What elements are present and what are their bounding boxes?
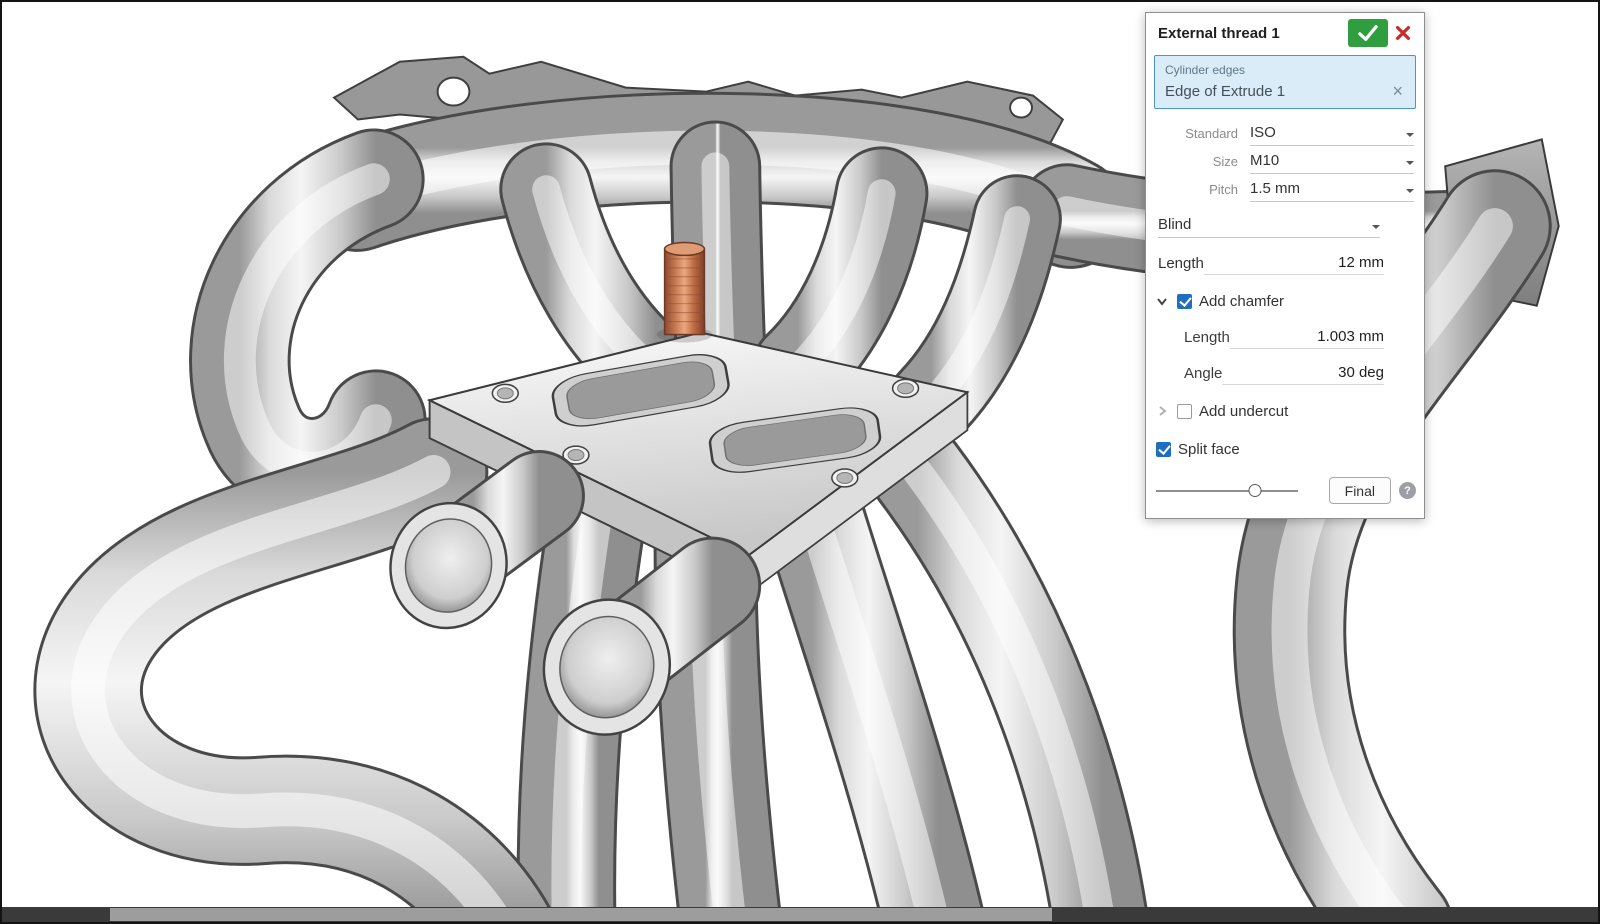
close-icon	[1394, 24, 1412, 42]
chevron-down-icon	[1406, 161, 1414, 169]
add-chamfer-checkbox[interactable]	[1177, 294, 1192, 309]
split-face-label: Split face	[1178, 441, 1240, 458]
length-label: Length	[1158, 255, 1204, 272]
standard-label: Standard	[1158, 126, 1250, 141]
split-face-row: Split face	[1146, 435, 1424, 463]
add-chamfer-label: Add chamfer	[1199, 293, 1284, 310]
exhaust-tube[interactable]	[798, 193, 882, 368]
add-undercut-checkbox[interactable]	[1177, 404, 1192, 419]
selection-label: Cylinder edges	[1165, 63, 1405, 77]
exhaust-tube[interactable]	[240, 179, 376, 468]
chamfer-length-row: Length 1.003 mm	[1146, 323, 1424, 351]
final-button[interactable]: Final	[1329, 477, 1391, 504]
horizontal-scrollbar[interactable]	[110, 908, 1052, 921]
chevron-down-icon	[1372, 225, 1380, 233]
cancel-button[interactable]	[1388, 19, 1418, 47]
slider-thumb[interactable]	[1249, 484, 1262, 497]
confirm-button[interactable]	[1348, 19, 1388, 47]
external-thread-dialog: External thread 1 Cylinder edges Edge of…	[1145, 12, 1425, 519]
add-chamfer-row: Add chamfer	[1146, 287, 1424, 315]
exhaust-tube[interactable]	[715, 166, 720, 348]
pitch-dropdown[interactable]: 1.5 mm	[1250, 176, 1414, 202]
cad-app-window: External thread 1 Cylinder edges Edge of…	[0, 0, 1600, 924]
length-row: Length 12 mm	[1146, 249, 1424, 277]
add-undercut-row: Add undercut	[1146, 397, 1424, 425]
length-input[interactable]: 12 mm	[1204, 251, 1384, 275]
size-dropdown[interactable]: M10	[1250, 148, 1414, 174]
standard-row: Standard ISO	[1146, 119, 1424, 147]
bottom-bar	[2, 907, 1598, 922]
pitch-row: Pitch 1.5 mm	[1146, 175, 1424, 203]
end-type-dropdown[interactable]: Blind	[1158, 212, 1380, 238]
chamfer-angle-label: Angle	[1184, 365, 1222, 382]
dialog-header: External thread 1	[1146, 13, 1424, 53]
dialog-footer: Final ?	[1146, 477, 1424, 514]
help-icon[interactable]: ?	[1399, 482, 1416, 499]
chevron-down-icon[interactable]	[1154, 293, 1170, 309]
bolt-hole[interactable]	[893, 379, 919, 397]
exhaust-tube[interactable]	[931, 219, 1017, 402]
clear-selection-icon[interactable]: ×	[1390, 82, 1405, 100]
bolt-hole[interactable]	[492, 384, 518, 402]
standard-dropdown[interactable]: ISO	[1250, 120, 1414, 146]
dialog-title: External thread 1	[1158, 25, 1348, 42]
size-label: Size	[1158, 154, 1250, 169]
chamfer-angle-row: Angle 30 deg	[1146, 359, 1424, 387]
threaded-stud[interactable]	[657, 242, 713, 342]
chevron-down-icon	[1406, 133, 1414, 141]
checkmark-icon	[1357, 24, 1379, 42]
size-row: Size M10	[1146, 147, 1424, 175]
exhaust-tube[interactable]	[546, 189, 656, 372]
detail-slider[interactable]	[1156, 483, 1298, 499]
chevron-down-icon	[1406, 189, 1414, 197]
chevron-right-icon[interactable]	[1154, 403, 1170, 419]
add-undercut-label: Add undercut	[1199, 403, 1288, 420]
selection-value: Edge of Extrude 1	[1165, 83, 1390, 100]
slider-track	[1156, 490, 1298, 492]
chamfer-length-input[interactable]: 1.003 mm	[1230, 325, 1384, 349]
exhaust-tube[interactable]	[812, 512, 937, 922]
chamfer-length-label: Length	[1184, 329, 1230, 346]
cylinder-edges-selection[interactable]: Cylinder edges Edge of Extrude 1 ×	[1154, 55, 1416, 109]
split-face-checkbox[interactable]	[1156, 442, 1171, 457]
chamfer-angle-input[interactable]: 30 deg	[1222, 361, 1384, 385]
end-type-row: Blind	[1146, 211, 1424, 239]
bolt-hole[interactable]	[832, 469, 858, 487]
pitch-label: Pitch	[1158, 182, 1250, 197]
